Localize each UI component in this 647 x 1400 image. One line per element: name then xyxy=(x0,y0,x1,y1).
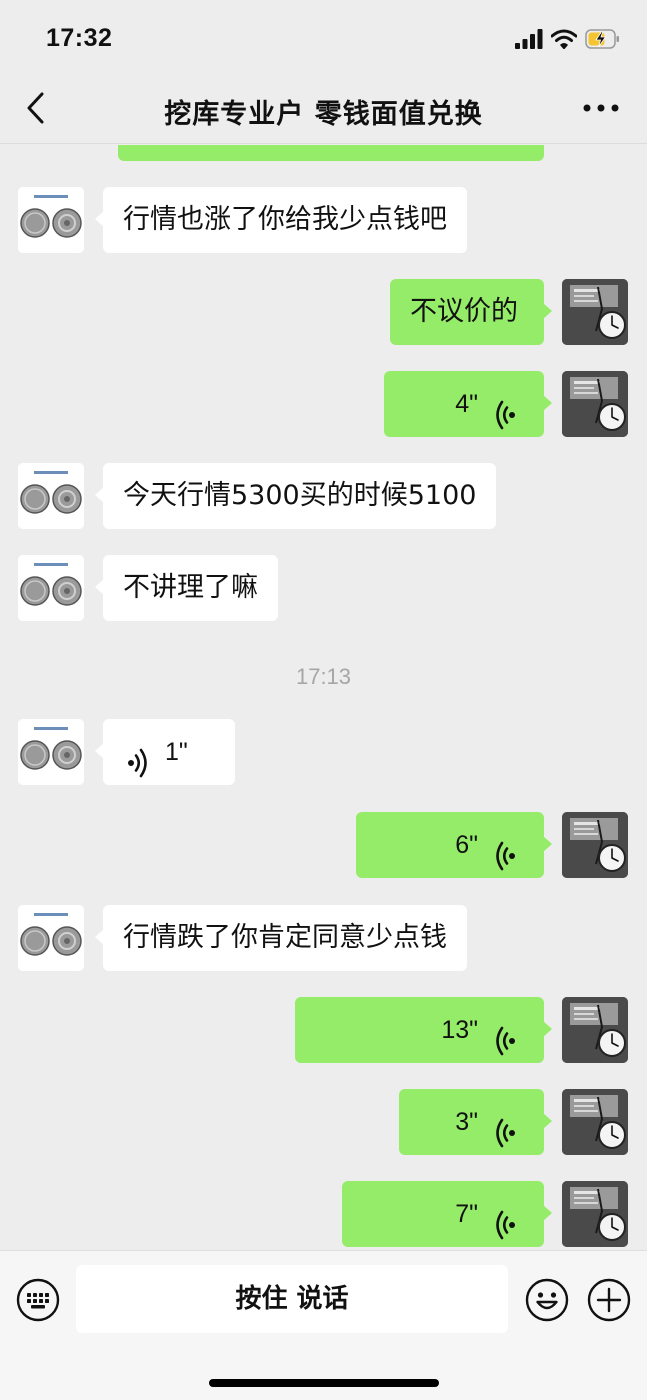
coin-avatar[interactable] xyxy=(18,905,84,971)
message-row: 6" xyxy=(0,812,647,878)
voice-duration: 1" xyxy=(165,738,188,766)
message-text: 不议价的 xyxy=(410,296,518,327)
emoji-icon xyxy=(525,1278,569,1322)
status-icons xyxy=(515,26,621,52)
voice-wave-icon xyxy=(492,830,518,871)
voice-duration: 7" xyxy=(455,1200,478,1228)
voice-duration: 13" xyxy=(441,1016,478,1044)
coin-avatar[interactable] xyxy=(18,719,84,785)
battery-charging-icon xyxy=(585,29,619,49)
message-row: 不议价的 xyxy=(0,279,647,345)
more-dots-icon xyxy=(583,104,619,112)
wifi-icon xyxy=(551,29,577,49)
message-text: 行情跌了你肯定同意少点钱 xyxy=(123,922,447,953)
message-text: 不讲理了嘛 xyxy=(123,572,258,603)
input-bar: 按住 说话 xyxy=(0,1250,647,1400)
message-row: 3" xyxy=(0,1089,647,1155)
status-time: 17:32 xyxy=(46,24,113,52)
voice-duration: 3" xyxy=(455,1108,478,1136)
voice-message-bubble[interactable]: 1" xyxy=(95,719,235,785)
coin-avatar[interactable] xyxy=(18,187,84,253)
message-bubble[interactable]: 行情跌了你肯定同意少点钱 xyxy=(95,905,467,971)
voice-message-bubble[interactable]: 13" xyxy=(295,997,552,1063)
more-button[interactable] xyxy=(581,94,621,122)
timestamp: 17:13 xyxy=(295,664,352,689)
signal-icon xyxy=(515,29,543,49)
clock-avatar[interactable] xyxy=(562,371,628,437)
message-row: 今天行情5300买的时候5100 xyxy=(0,463,647,529)
voice-wave-icon xyxy=(492,389,518,430)
voice-duration: 6" xyxy=(455,831,478,859)
plus-button[interactable] xyxy=(587,1278,631,1322)
message-bubble[interactable]: 不讲理了嘛 xyxy=(95,555,278,621)
voice-message-bubble[interactable]: 3" xyxy=(399,1089,552,1155)
message-row: 7" xyxy=(0,1181,647,1247)
voice-message-bubble[interactable]: 6" xyxy=(356,812,552,878)
message-row: 4" xyxy=(0,371,647,437)
message-row: 13" xyxy=(0,997,647,1063)
home-indicator xyxy=(209,1379,439,1387)
voice-wave-icon xyxy=(492,1015,518,1056)
coin-avatar[interactable] xyxy=(18,555,84,621)
nav-bar: 挖库专业户 零钱面值兑换 xyxy=(0,72,647,144)
message-text: 今天行情5300买的时候5100 xyxy=(123,480,477,511)
clock-avatar[interactable] xyxy=(562,812,628,878)
message-text: 行情也涨了你给我少点钱吧 xyxy=(123,204,447,235)
voice-wave-icon xyxy=(492,1107,518,1148)
voice-wave-icon xyxy=(492,1199,518,1240)
keyboard-button[interactable] xyxy=(16,1278,60,1322)
plus-icon xyxy=(587,1278,631,1322)
clock-avatar[interactable] xyxy=(562,1089,628,1155)
voice-message-bubble[interactable]: 4" xyxy=(384,371,552,437)
message-bubble[interactable]: 今天行情5300买的时候5100 xyxy=(95,463,497,529)
keyboard-icon xyxy=(16,1278,60,1322)
voice-wave-icon xyxy=(125,737,151,778)
status-bar: 17:32 xyxy=(0,0,647,72)
voice-duration: 4" xyxy=(455,390,478,418)
message-row: 1" xyxy=(0,719,647,785)
chat-area[interactable]: 行情也涨了你给我少点钱吧 不议价的 4" 今天行情5300买的时候5100 不讲… xyxy=(0,145,647,1250)
clock-avatar[interactable] xyxy=(562,1181,628,1247)
hold-to-talk-button[interactable]: 按住 说话 xyxy=(76,1265,508,1333)
message-row: 行情跌了你肯定同意少点钱 xyxy=(0,905,647,971)
message-bubble[interactable]: 不议价的 xyxy=(390,279,552,345)
coin-avatar[interactable] xyxy=(18,463,84,529)
message-row: 行情也涨了你给我少点钱吧 xyxy=(0,187,647,253)
clock-avatar[interactable] xyxy=(562,997,628,1063)
message-bubble-partial[interactable] xyxy=(118,145,544,161)
clock-avatar[interactable] xyxy=(562,279,628,345)
chat-title: 挖库专业户 零钱面值兑换 xyxy=(164,99,483,130)
message-row: 不讲理了嘛 xyxy=(0,555,647,621)
emoji-button[interactable] xyxy=(525,1278,569,1322)
voice-message-bubble[interactable]: 7" xyxy=(342,1181,552,1247)
message-bubble[interactable]: 行情也涨了你给我少点钱吧 xyxy=(95,187,467,253)
